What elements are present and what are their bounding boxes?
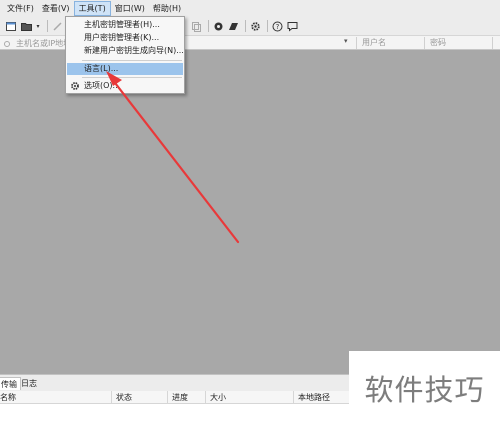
column-name[interactable]: 名称: [0, 391, 111, 404]
column-status[interactable]: 状态: [111, 391, 167, 404]
tab-log[interactable]: 日志: [18, 377, 40, 390]
column-progress[interactable]: 进度: [167, 391, 205, 404]
column-local-path[interactable]: 本地路径: [293, 391, 353, 404]
column-size[interactable]: 大小: [205, 391, 293, 404]
watermark: 软件技巧: [349, 351, 500, 425]
